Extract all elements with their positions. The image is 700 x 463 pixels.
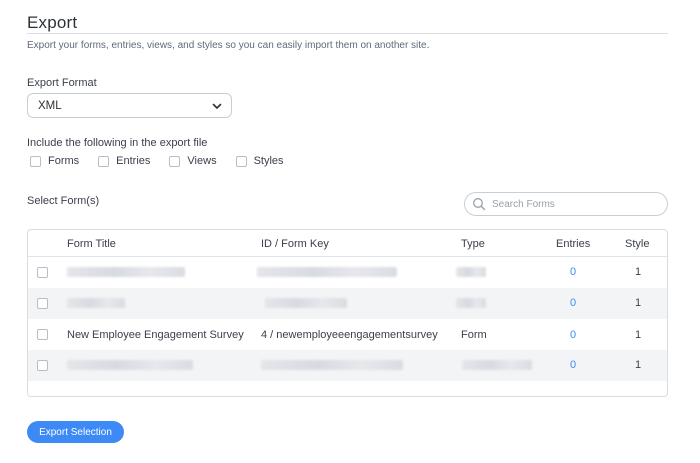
page-description: Export your forms, entries, views, and s…: [27, 40, 430, 51]
page-title: Export: [27, 13, 78, 32]
redacted-form-title: [67, 360, 193, 370]
include-options: Forms Entries Views Styles: [30, 154, 303, 168]
styles-checkbox[interactable]: [235, 155, 247, 167]
chevron-down-icon: [212, 103, 222, 109]
form-type: Form: [461, 329, 487, 341]
style-count: 1: [634, 359, 642, 371]
views-checkbox[interactable]: [169, 155, 181, 167]
entries-count[interactable]: 0: [558, 266, 588, 278]
forms-label: Forms: [48, 155, 80, 167]
table-header: Form Title ID / Form Key Type Entries St…: [28, 230, 667, 257]
row-checkbox[interactable]: [37, 360, 48, 371]
export-format-select[interactable]: XML: [27, 93, 232, 118]
search-forms-input[interactable]: [492, 198, 652, 210]
search-icon: [473, 198, 486, 211]
redacted-form-type: [456, 298, 486, 308]
entries-count[interactable]: 0: [558, 329, 588, 341]
form-title: New Employee Engagement Survey: [67, 329, 244, 341]
include-views-option[interactable]: Views: [169, 155, 217, 167]
style-count: 1: [634, 297, 642, 309]
export-format-value: XML: [38, 99, 62, 112]
forms-checkbox[interactable]: [30, 155, 41, 167]
entries-checkbox[interactable]: [98, 155, 110, 167]
select-forms-label: Select Form(s): [27, 195, 100, 207]
entries-label: Entries: [116, 155, 151, 167]
title-divider: [27, 33, 668, 34]
include-forms-option[interactable]: Forms: [30, 155, 79, 167]
table-row[interactable]: 0 1: [28, 350, 667, 381]
redacted-form-key: [261, 360, 403, 370]
col-entries[interactable]: Entries: [556, 238, 590, 250]
redacted-form-key: [257, 267, 397, 277]
col-type[interactable]: Type: [461, 238, 485, 250]
export-format-label: Export Format: [27, 77, 97, 89]
forms-table: Form Title ID / Form Key Type Entries St…: [27, 229, 668, 397]
row-checkbox[interactable]: [37, 329, 48, 340]
col-style[interactable]: Style: [625, 238, 649, 250]
views-label: Views: [187, 155, 217, 167]
redacted-form-type: [456, 267, 486, 277]
styles-label: Styles: [253, 155, 284, 167]
row-checkbox[interactable]: [37, 267, 48, 278]
redacted-form-title: [67, 298, 125, 308]
export-selection-button[interactable]: Export Selection: [27, 421, 124, 443]
table-row[interactable]: 0 1: [28, 288, 667, 319]
include-entries-option[interactable]: Entries: [98, 155, 150, 167]
style-count: 1: [634, 329, 642, 341]
table-row[interactable]: New Employee Engagement Survey 4 / newem…: [28, 319, 667, 350]
include-label: Include the following in the export file: [27, 137, 208, 149]
entries-count[interactable]: 0: [558, 359, 588, 371]
form-key: 4 / newemployeeengagementsurvey: [261, 329, 438, 341]
entries-count[interactable]: 0: [558, 297, 588, 309]
style-count: 1: [634, 266, 642, 278]
redacted-form-title: [67, 267, 185, 277]
redacted-form-key: [265, 298, 347, 308]
redacted-form-type: [462, 360, 532, 370]
col-form-key[interactable]: ID / Form Key: [261, 238, 329, 250]
col-form-title[interactable]: Form Title: [67, 238, 116, 250]
table-row[interactable]: 0 1: [28, 257, 667, 288]
search-forms-box[interactable]: [464, 192, 668, 216]
row-checkbox[interactable]: [37, 298, 48, 309]
include-styles-option[interactable]: Styles: [235, 155, 284, 167]
